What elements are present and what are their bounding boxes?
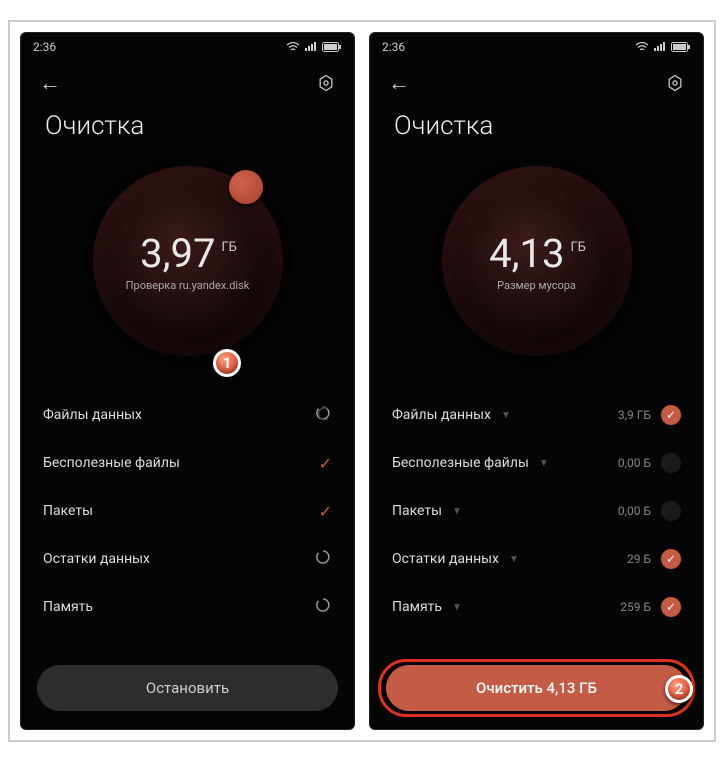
chevron-down-icon: ▼	[452, 506, 462, 517]
scan-visual: 3,97 ГБ Проверка ru.yandex.disk 1	[21, 141, 354, 381]
chevron-down-icon: ▼	[509, 554, 519, 565]
category-label: Остатки данных	[43, 551, 150, 567]
battery-icon	[322, 42, 342, 52]
back-button[interactable]: ←	[388, 70, 410, 96]
orbit-bubble	[229, 170, 263, 204]
chevron-down-icon: ▼	[501, 410, 511, 421]
signal-icon	[304, 42, 318, 52]
category-size: 259 Б	[620, 600, 651, 614]
footer: Остановить	[21, 653, 354, 729]
chevron-down-icon: ▼	[452, 602, 462, 613]
category-label: Пакеты	[43, 503, 93, 519]
category-label: Остатки данных	[392, 551, 499, 567]
phone-left: 2:36 ← Очистка 3,97 ГБ Проверка ru.yande…	[20, 32, 355, 730]
top-bar: ←	[21, 61, 354, 105]
size-value-row: 3,97 ГБ	[140, 230, 235, 277]
checkbox-on[interactable]: ✓	[661, 597, 681, 617]
category-label: Бесполезные файлы	[43, 455, 180, 471]
scan-visual: 4,13 ГБ Размер мусора	[370, 141, 703, 381]
checkbox-off[interactable]	[661, 453, 681, 473]
spinner-icon	[314, 548, 332, 570]
category-label: Файлы данных	[392, 407, 491, 423]
signal-icon	[653, 42, 667, 52]
checkbox-off[interactable]	[661, 501, 681, 521]
list-item[interactable]: Память ▼ 259 Б ✓	[392, 583, 681, 631]
battery-icon	[671, 42, 691, 52]
list-item[interactable]: Остатки данных	[43, 535, 332, 583]
wifi-icon	[286, 42, 300, 52]
category-size: 29 Б	[627, 552, 651, 566]
spinner-icon	[314, 404, 332, 426]
phone-right: 2:36 ← Очистка 4,13 ГБ Размер мусора	[369, 32, 704, 730]
top-bar: ←	[370, 61, 703, 105]
category-label: Файлы данных	[43, 407, 142, 423]
chevron-down-icon: ▼	[539, 458, 549, 469]
list-item[interactable]: Бесполезные файлы ▼ 0,00 Б	[392, 439, 681, 487]
checkbox-on[interactable]: ✓	[661, 405, 681, 425]
size-value-row: 4,13 ГБ	[489, 230, 584, 277]
page-title: Очистка	[21, 105, 354, 141]
category-label: Пакеты	[392, 503, 442, 519]
size-bubble: 4,13 ГБ Размер мусора	[442, 166, 632, 356]
scan-status-text: Проверка ru.yandex.disk	[126, 279, 250, 292]
junk-size-label: Размер мусора	[497, 279, 576, 292]
stop-button[interactable]: Остановить	[37, 665, 338, 711]
status-bar: 2:36	[370, 33, 703, 61]
status-icons	[635, 42, 691, 52]
callout-marker-2: 2	[665, 675, 693, 703]
list-item[interactable]: Память	[43, 583, 332, 631]
category-list: Файлы данных Бесполезные файлы ✓ Пакеты …	[21, 381, 354, 653]
size-value: 3,97	[140, 230, 215, 277]
list-item[interactable]: Файлы данных	[43, 391, 332, 439]
size-bubble: 3,97 ГБ Проверка ru.yandex.disk	[93, 166, 283, 356]
category-label: Память	[392, 599, 442, 615]
status-time: 2:36	[382, 40, 405, 54]
status-time: 2:36	[33, 40, 56, 54]
list-item[interactable]: Бесполезные файлы ✓	[43, 439, 332, 487]
spinner-icon	[314, 596, 332, 618]
status-bar: 2:36	[21, 33, 354, 61]
category-label: Бесполезные файлы	[392, 455, 529, 471]
size-unit: ГБ	[570, 240, 585, 255]
category-list: Файлы данных ▼ 3,9 ГБ ✓ Бесполезные файлы ▼…	[370, 381, 703, 653]
callout-marker-1: 1	[213, 349, 241, 377]
category-label: Память	[43, 599, 93, 615]
category-size: 0,00 Б	[618, 504, 651, 518]
list-item[interactable]: Пакеты ▼ 0,00 Б	[392, 487, 681, 535]
footer: Очистить 4,13 ГБ 2	[370, 653, 703, 729]
category-size: 0,00 Б	[618, 456, 651, 470]
check-icon: ✓	[319, 454, 332, 473]
clean-button[interactable]: Очистить 4,13 ГБ	[386, 665, 687, 711]
list-item[interactable]: Файлы данных ▼ 3,9 ГБ ✓	[392, 391, 681, 439]
check-icon: ✓	[319, 502, 332, 521]
list-item[interactable]: Пакеты ✓	[43, 487, 332, 535]
size-unit: ГБ	[221, 240, 236, 255]
page-title: Очистка	[370, 105, 703, 141]
status-icons	[286, 42, 342, 52]
settings-icon[interactable]	[316, 73, 336, 93]
settings-icon[interactable]	[665, 73, 685, 93]
screenshot-pair: 2:36 ← Очистка 3,97 ГБ Проверка ru.yande…	[8, 20, 716, 742]
size-value: 4,13	[489, 230, 564, 277]
list-item[interactable]: Остатки данных ▼ 29 Б ✓	[392, 535, 681, 583]
back-button[interactable]: ←	[39, 70, 61, 96]
wifi-icon	[635, 42, 649, 52]
category-size: 3,9 ГБ	[618, 408, 651, 422]
checkbox-on[interactable]: ✓	[661, 549, 681, 569]
